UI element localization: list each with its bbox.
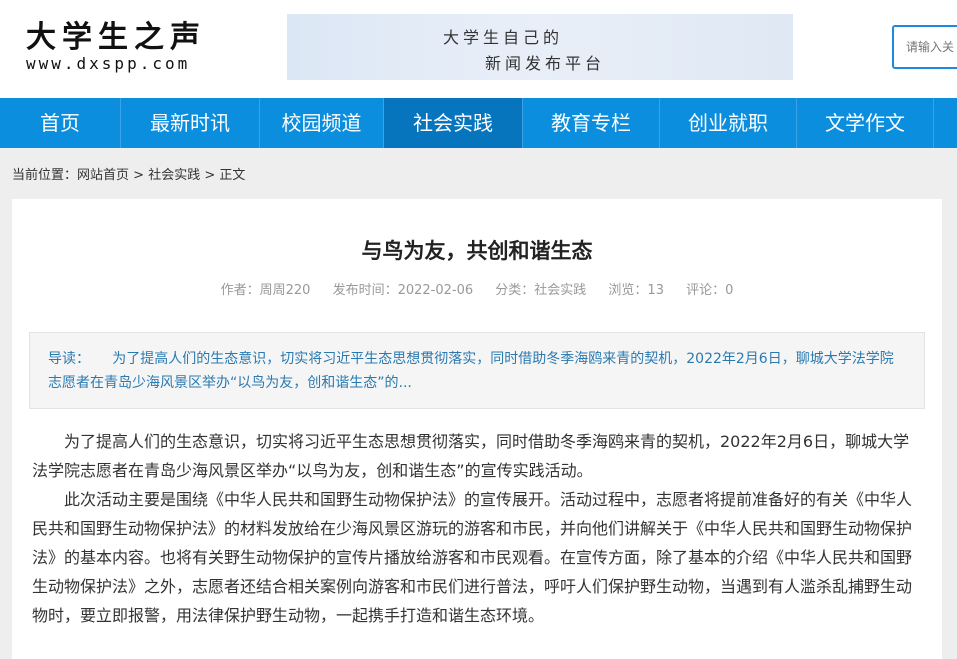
breadcrumb-home-link[interactable]: 网站首页 [77,168,129,183]
nav-item-literature[interactable]: 文学作文 [797,98,933,148]
article-paragraph: 为了提高人们的生态意识，切实将习近平生态思想贯彻落实，同时借助冬季海鸥来青的契机… [32,432,910,480]
article-card: 与鸟为友，共创和谐生态 作者：周周220 发布时间：2022-02-06 分类：… [12,199,942,659]
search-input[interactable] [892,25,957,69]
article-meta: 作者：周周220 发布时间：2022-02-06 分类：社会实践 浏览：13 评… [12,279,942,298]
nav-item-education[interactable]: 教育专栏 [523,98,659,148]
site-logo[interactable]: 大学生之声 www.dxspp.com [26,20,226,75]
breadcrumb-prefix: 当前位置： [12,168,78,183]
summary-text: 为了提高人们的生态意识，切实将习近平生态思想贯彻落实，同时借助冬季海鸥来青的契机… [48,351,894,391]
nav-item-campus[interactable]: 校园频道 [260,98,383,148]
breadcrumb: 当前位置：网站首页 > 社会实践 > 正文 [12,164,245,183]
main-nav: 首页 最新时讯 校园频道 社会实践 教育专栏 创业就职 文学作文 [0,98,957,148]
breadcrumb-category-link[interactable]: 社会实践 [148,168,200,183]
banner-line1: 大学生自己的 [443,28,564,47]
nav-item-social-practice[interactable]: 社会实践 [384,98,522,148]
article-body: 为了提高人们的生态意识，切实将习近平生态思想贯彻落实，同时借助冬季海鸥来青的契机… [32,427,912,630]
nav-item-home[interactable]: 首页 [0,98,120,148]
article-paragraph: 此次活动主要是围绕《中华人民共和国野生动物保护法》的宣传展开。活动过程中，志愿者… [32,490,913,625]
article-summary: 导读： 为了提高人们的生态意识，切实将习近平生态思想贯彻落实，同时借助冬季海鸥来… [29,332,925,409]
nav-separator [933,98,934,148]
meta-author: 作者：周周220 [220,283,311,298]
header-banner: 大学生自己的 新闻发布平台 [287,14,793,80]
site-header: 大学生之声 www.dxspp.com 大学生自己的 新闻发布平台 [0,0,957,98]
breadcrumb-current: 正文 [219,168,246,183]
logo-url: www.dxspp.com [26,54,191,73]
nav-item-career[interactable]: 创业就职 [660,98,796,148]
summary-label: 导读： [48,351,90,367]
meta-date: 发布时间：2022-02-06 [332,283,474,298]
breadcrumb-separator: > [129,168,149,183]
meta-category: 分类：社会实践 [495,283,587,298]
breadcrumb-separator: > [200,168,220,183]
article-title: 与鸟为友，共创和谐生态 [361,239,593,263]
meta-views: 浏览：13 [608,283,664,298]
banner-line2: 新闻发布平台 [485,54,606,73]
logo-title: 大学生之声 [26,20,206,55]
meta-comments: 评论：0 [686,283,734,298]
nav-item-latest[interactable]: 最新时讯 [121,98,259,148]
